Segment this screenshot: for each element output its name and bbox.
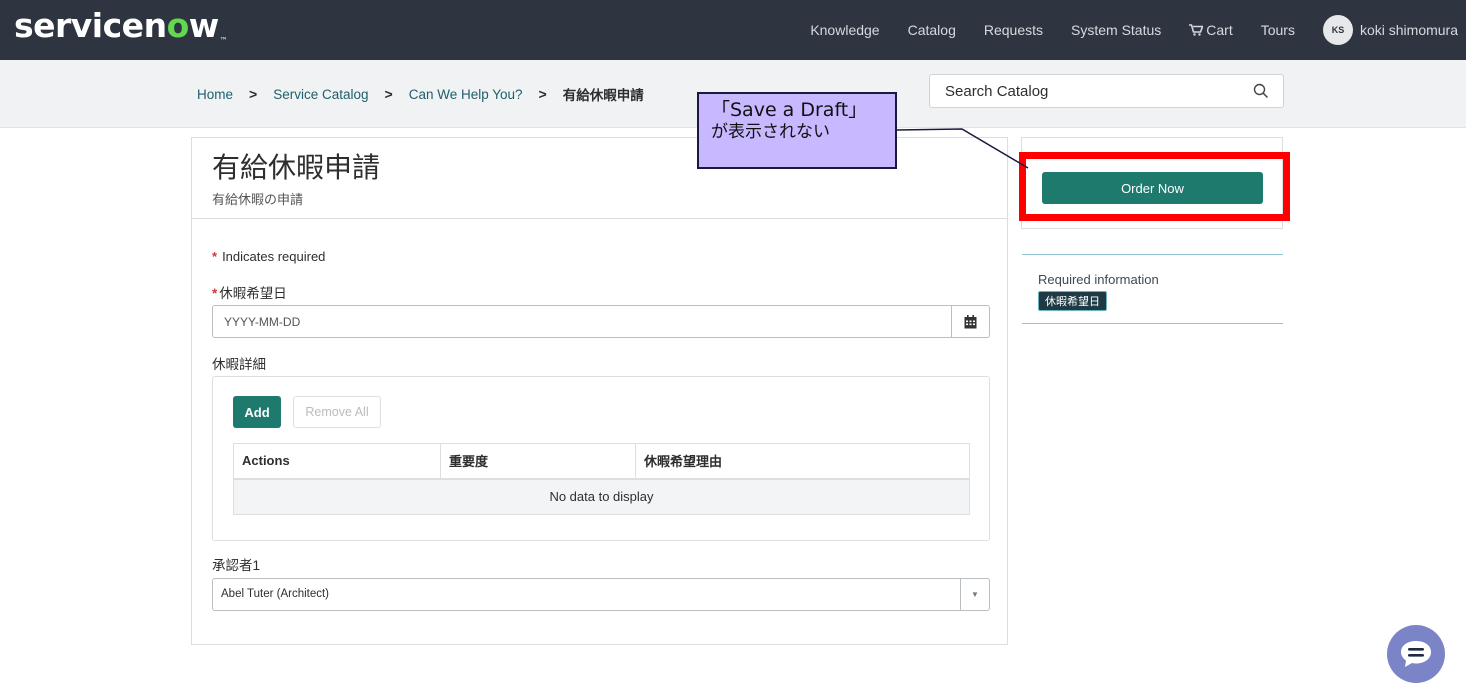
catalog-item-form: 有給休暇申請 有給休暇の申請 * Indicates required * 休暇希望… bbox=[191, 137, 1008, 645]
chat-button[interactable] bbox=[1387, 625, 1445, 683]
table-row: No data to display bbox=[233, 478, 970, 515]
chevron-right-icon: > bbox=[538, 86, 547, 102]
approver-label: 承認者1 bbox=[212, 558, 261, 573]
breadcrumb-current: 有給休暇申請 bbox=[562, 88, 644, 103]
remove-all-button[interactable]: Remove All bbox=[293, 396, 381, 428]
nav-requests[interactable]: Requests bbox=[984, 22, 1043, 38]
order-now-button[interactable]: Order Now bbox=[1042, 172, 1263, 204]
date-label-text: 休暇希望日 bbox=[219, 286, 287, 301]
nav-knowledge[interactable]: Knowledge bbox=[810, 22, 879, 38]
required-information-panel: Required information 休暇希望日 bbox=[1022, 254, 1283, 324]
annotation-line-1: 「Save a Draft」 bbox=[711, 99, 868, 121]
chevron-right-icon: > bbox=[249, 86, 258, 102]
column-reason: 休暇希望理由 bbox=[635, 443, 970, 480]
column-priority: 重要度 bbox=[440, 443, 636, 480]
logo-text-o: o bbox=[166, 6, 190, 45]
required-info-title: Required information bbox=[1038, 272, 1159, 287]
breadcrumb-home[interactable]: Home bbox=[197, 87, 233, 102]
nav-cart-label: Cart bbox=[1206, 22, 1233, 38]
chevron-right-icon: > bbox=[384, 86, 393, 102]
search-box bbox=[929, 74, 1284, 108]
required-field-badge[interactable]: 休暇希望日 bbox=[1038, 291, 1107, 311]
calendar-icon bbox=[964, 314, 977, 328]
nav-tours[interactable]: Tours bbox=[1261, 22, 1295, 38]
required-star: * bbox=[212, 286, 218, 301]
chat-icon bbox=[1401, 641, 1431, 667]
user-name: koki shimomura bbox=[1359, 22, 1458, 38]
annotation-callout: 「Save a Draft」 が表示されない bbox=[697, 92, 897, 169]
multi-row-variable-set: Add Remove All Actions 重要度 休暇希望理由 No dat… bbox=[212, 376, 990, 541]
date-field-label: * 休暇希望日 bbox=[212, 282, 287, 302]
search-icon[interactable] bbox=[1253, 83, 1269, 99]
nav-system-status[interactable]: System Status bbox=[1071, 22, 1161, 38]
breadcrumb: Home > Service Catalog > Can We Help You… bbox=[197, 84, 644, 104]
details-table: Actions 重要度 休暇希望理由 No data to display bbox=[233, 443, 970, 515]
logo-trademark: ™ bbox=[219, 36, 228, 45]
page-title: 有給休暇申請 bbox=[212, 152, 381, 183]
cart-icon bbox=[1189, 24, 1204, 36]
servicenow-logo[interactable]: servicenow™ bbox=[14, 6, 228, 45]
user-menu[interactable]: KS koki shimomura bbox=[1322, 15, 1458, 45]
approver-select[interactable]: Abel Tuter (Architect) ▼ bbox=[212, 578, 990, 611]
details-label: 休暇詳細 bbox=[212, 357, 266, 372]
logo-text-end: w bbox=[188, 6, 220, 45]
page-subtitle: 有給休暇の申請 bbox=[212, 192, 304, 207]
header-nav: Knowledge Catalog Requests System Status… bbox=[810, 0, 1466, 60]
logo-text-part: servicen bbox=[14, 6, 167, 45]
add-row-button[interactable]: Add bbox=[233, 396, 281, 428]
date-input[interactable] bbox=[213, 306, 951, 337]
calendar-button[interactable] bbox=[951, 306, 989, 337]
required-note-text: Indicates required bbox=[222, 249, 326, 264]
chevron-down-icon: ▼ bbox=[960, 579, 989, 610]
empty-table-message: No data to display bbox=[233, 478, 970, 515]
breadcrumb-service-catalog[interactable]: Service Catalog bbox=[273, 87, 368, 102]
breadcrumb-can-we-help[interactable]: Can We Help You? bbox=[409, 87, 523, 102]
nav-cart[interactable]: Cart bbox=[1189, 22, 1233, 38]
column-actions: Actions bbox=[233, 443, 441, 480]
search-input[interactable] bbox=[930, 75, 1240, 107]
table-header-row: Actions 重要度 休暇希望理由 bbox=[233, 443, 970, 480]
nav-catalog[interactable]: Catalog bbox=[908, 22, 956, 38]
required-note: * Indicates required bbox=[212, 249, 325, 264]
top-navbar: servicenow™ Knowledge Catalog Requests S… bbox=[0, 0, 1466, 60]
required-star: * bbox=[212, 249, 218, 264]
approver-value: Abel Tuter (Architect) bbox=[221, 588, 330, 600]
annotation-line-2: が表示されない bbox=[711, 122, 830, 142]
date-field bbox=[212, 305, 990, 338]
avatar: KS bbox=[1322, 15, 1353, 45]
